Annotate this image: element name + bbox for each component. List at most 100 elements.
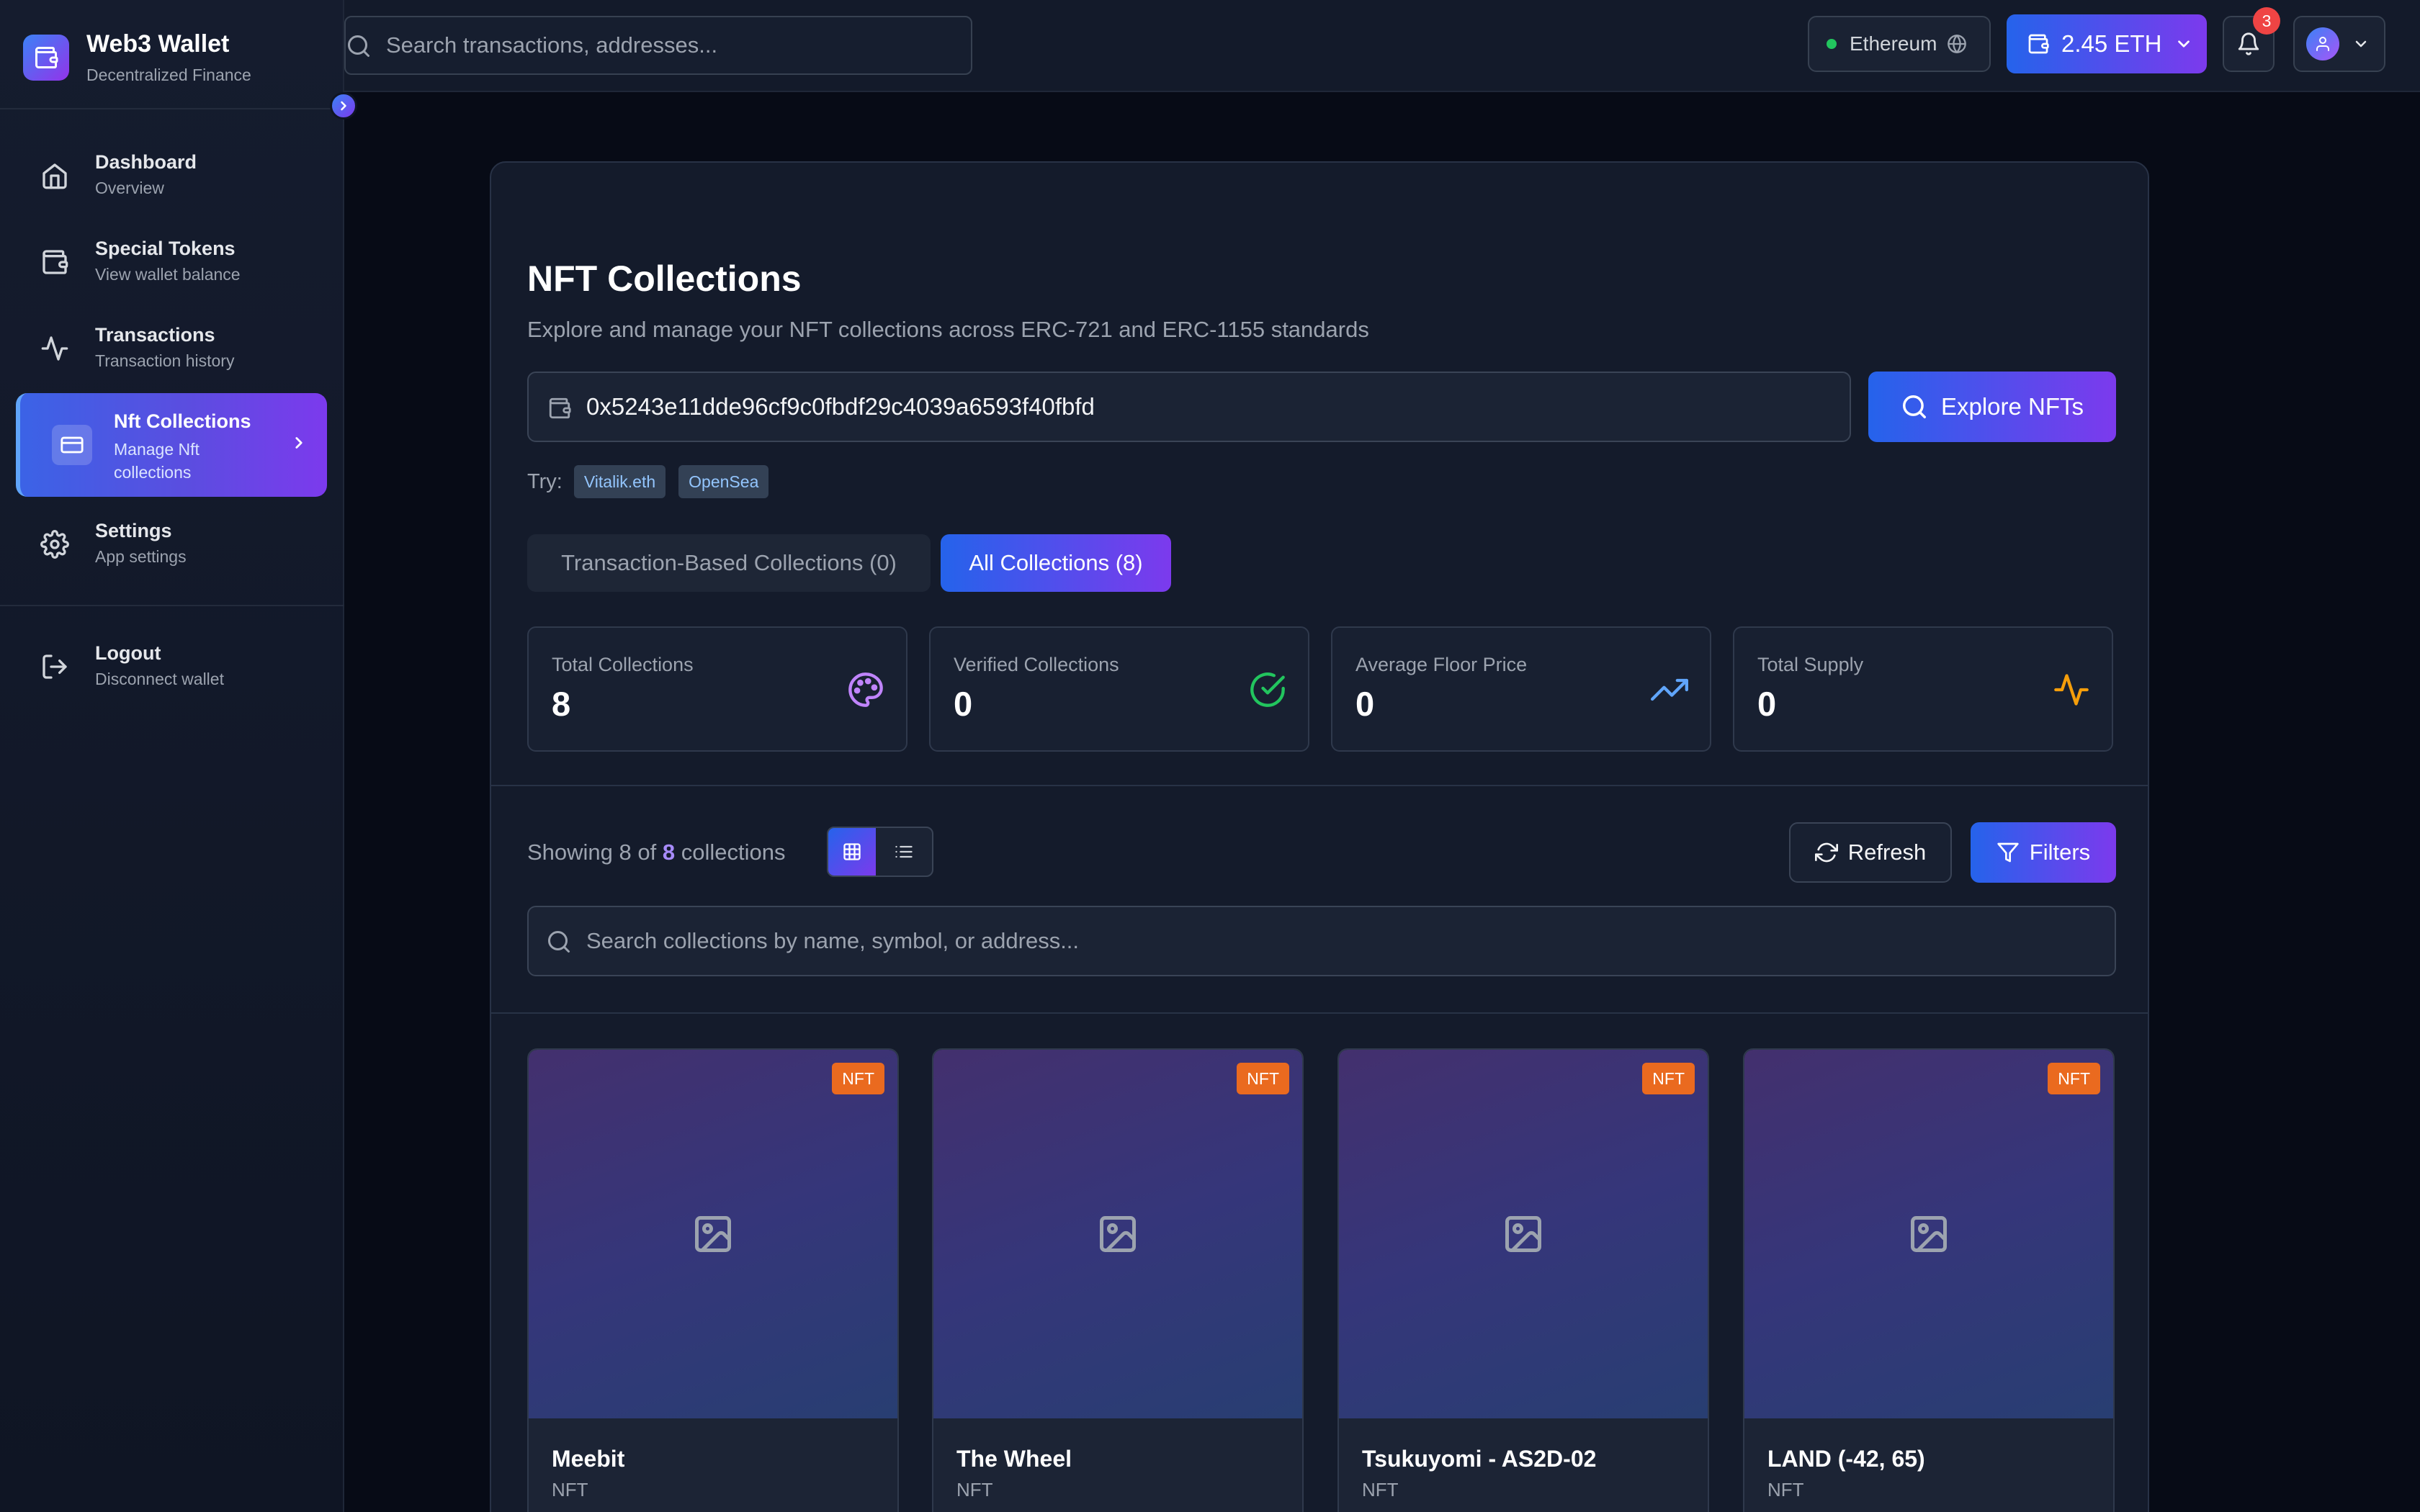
palette-icon: [847, 671, 884, 708]
nft-collection-type: NFT: [956, 1479, 993, 1500]
sidebar-item-sublabel: Transaction history: [95, 351, 235, 370]
network-selector[interactable]: Ethereum: [1808, 16, 1991, 72]
page-title: NFT Collections: [527, 258, 802, 299]
showing-prefix: Showing 8 of: [527, 840, 657, 865]
nft-collection-card[interactable]: NFT The Wheel NFT: [932, 1048, 1304, 1512]
card-icon: [52, 425, 92, 465]
refresh-label: Refresh: [1847, 840, 1927, 865]
filters-button[interactable]: Filters: [1971, 822, 2116, 883]
trending-up-icon: [1651, 671, 1688, 708]
notifications-button[interactable]: 3: [2223, 7, 2280, 72]
nft-collection-name: LAND (-42, 65): [1767, 1446, 1925, 1472]
brand-title: Web3 Wallet: [86, 30, 230, 58]
balance-button[interactable]: 2.45 ETH: [2007, 14, 2207, 73]
image-placeholder-icon: [691, 1212, 735, 1256]
sidebar-item-nft-collections[interactable]: Nft Collections Manage Nft collections: [16, 393, 327, 497]
nft-collections-panel: NFT Collections Explore and manage your …: [490, 161, 2149, 1512]
search-icon: [346, 33, 372, 59]
sidebar-item-dashboard[interactable]: Dashboard Overview: [16, 131, 327, 217]
stat-value: 0: [954, 685, 973, 723]
address-input[interactable]: [586, 373, 1839, 441]
list-view-button[interactable]: [876, 828, 932, 876]
showing-suffix: collections: [681, 840, 786, 865]
sidebar-item-logout[interactable]: Logout Disconnect wallet: [16, 622, 327, 708]
refresh-button[interactable]: Refresh: [1789, 822, 1952, 883]
nft-collection-card[interactable]: NFT LAND (-42, 65) NFT: [1743, 1048, 2115, 1512]
stat-value: 0: [1757, 685, 1777, 723]
showing-count: 8: [662, 840, 676, 865]
showing-count-text: Showing 8 of 8 collections: [527, 840, 785, 865]
refresh-icon: [1814, 841, 1838, 864]
filters-label: Filters: [2029, 840, 2091, 865]
bell-icon: [2236, 32, 2261, 56]
sidebar-divider: [0, 108, 344, 109]
tab-transaction-based-collections[interactable]: Transaction-Based Collections (0): [527, 534, 931, 592]
globe-icon: [1947, 34, 1967, 54]
collection-search[interactable]: [527, 906, 2116, 976]
nft-thumbnail: NFT: [1339, 1050, 1708, 1418]
stat-verified-collections: Verified Collections 0: [929, 626, 1309, 752]
sidebar-item-sublabel: Manage Nft collections: [114, 440, 200, 482]
filter-icon: [1996, 841, 2020, 864]
sidebar-item-label: Special Tokens: [95, 238, 236, 259]
global-search-input[interactable]: [386, 17, 948, 73]
explore-nfts-label: Explore NFTs: [1940, 393, 2084, 420]
sidebar-item-sublabel: App settings: [95, 547, 187, 566]
tab-all-collections[interactable]: All Collections (8): [941, 534, 1171, 592]
sidebar-item-special-tokens[interactable]: Special Tokens View wallet balance: [16, 217, 327, 304]
nft-collection-name: The Wheel: [956, 1446, 1072, 1472]
wallet-icon: [547, 396, 572, 420]
stat-label: Total Supply: [1757, 654, 1864, 675]
stat-value: 8: [552, 685, 571, 723]
sidebar-collapse-button[interactable]: [330, 92, 357, 120]
sidebar-item-sublabel: View wallet balance: [95, 265, 241, 284]
sidebar-item-sublabel: Overview: [95, 179, 164, 197]
brand[interactable]: Web3 Wallet Decentralized Finance: [23, 30, 251, 85]
image-placeholder-icon: [1096, 1212, 1139, 1256]
grid-view-button[interactable]: [828, 828, 876, 876]
wallet-logo-icon: [23, 35, 69, 81]
home-icon: [40, 161, 69, 190]
network-status-dot: [1827, 39, 1837, 49]
stat-label: Verified Collections: [954, 654, 1119, 675]
sidebar-item-label: Dashboard: [95, 151, 197, 173]
global-search[interactable]: [344, 16, 972, 75]
sidebar-item-settings[interactable]: Settings App settings: [16, 500, 327, 586]
chevron-down-icon: [2352, 35, 2370, 53]
section-divider: [491, 785, 2148, 786]
try-label: Try:: [527, 469, 563, 493]
nft-collection-name: Meebit: [552, 1446, 625, 1472]
sidebar-divider: [0, 605, 344, 606]
check-circle-icon: [1249, 671, 1286, 708]
user-menu-button[interactable]: [2293, 16, 2385, 72]
try-suggestions: Try: Vitalik.eth OpenSea: [527, 465, 781, 498]
collection-search-input[interactable]: [586, 907, 2099, 975]
stat-average-floor-price: Average Floor Price 0: [1331, 626, 1711, 752]
nft-thumbnail: NFT: [529, 1050, 897, 1418]
nft-collection-card[interactable]: NFT Tsukuyomi - AS2D-02 NFT: [1337, 1048, 1709, 1512]
list-icon: [894, 842, 914, 862]
network-label: Ethereum: [1850, 32, 1937, 55]
brand-subtitle: Decentralized Finance: [86, 66, 251, 84]
nft-collection-type: NFT: [1767, 1479, 1804, 1500]
avatar: [2306, 27, 2339, 60]
nft-type-badge: NFT: [1642, 1063, 1695, 1094]
nft-collection-type: NFT: [552, 1479, 588, 1500]
nft-thumbnail: NFT: [933, 1050, 1302, 1418]
sidebar-item-label: Nft Collections: [114, 410, 251, 432]
stat-value: 0: [1355, 685, 1375, 723]
sidebar-item-sublabel: Disconnect wallet: [95, 670, 224, 688]
try-chip-opensea[interactable]: OpenSea: [678, 465, 769, 498]
sidebar-item-transactions[interactable]: Transactions Transaction history: [16, 304, 327, 390]
stat-label: Average Floor Price: [1355, 654, 1528, 675]
activity-icon: [2053, 671, 2090, 708]
explore-nfts-button[interactable]: Explore NFTs: [1868, 372, 2116, 442]
gear-icon: [40, 530, 69, 559]
address-field[interactable]: [527, 372, 1851, 442]
nft-collection-card[interactable]: NFT Meebit NFT: [527, 1048, 899, 1512]
stat-total-supply: Total Supply 0: [1733, 626, 2113, 752]
nft-type-badge: NFT: [1237, 1063, 1289, 1094]
sidebar: Web3 Wallet Decentralized Finance Dashbo…: [0, 0, 344, 1512]
try-chip-vitalik[interactable]: Vitalik.eth: [573, 465, 666, 498]
sidebar-item-label: Settings: [95, 520, 172, 541]
